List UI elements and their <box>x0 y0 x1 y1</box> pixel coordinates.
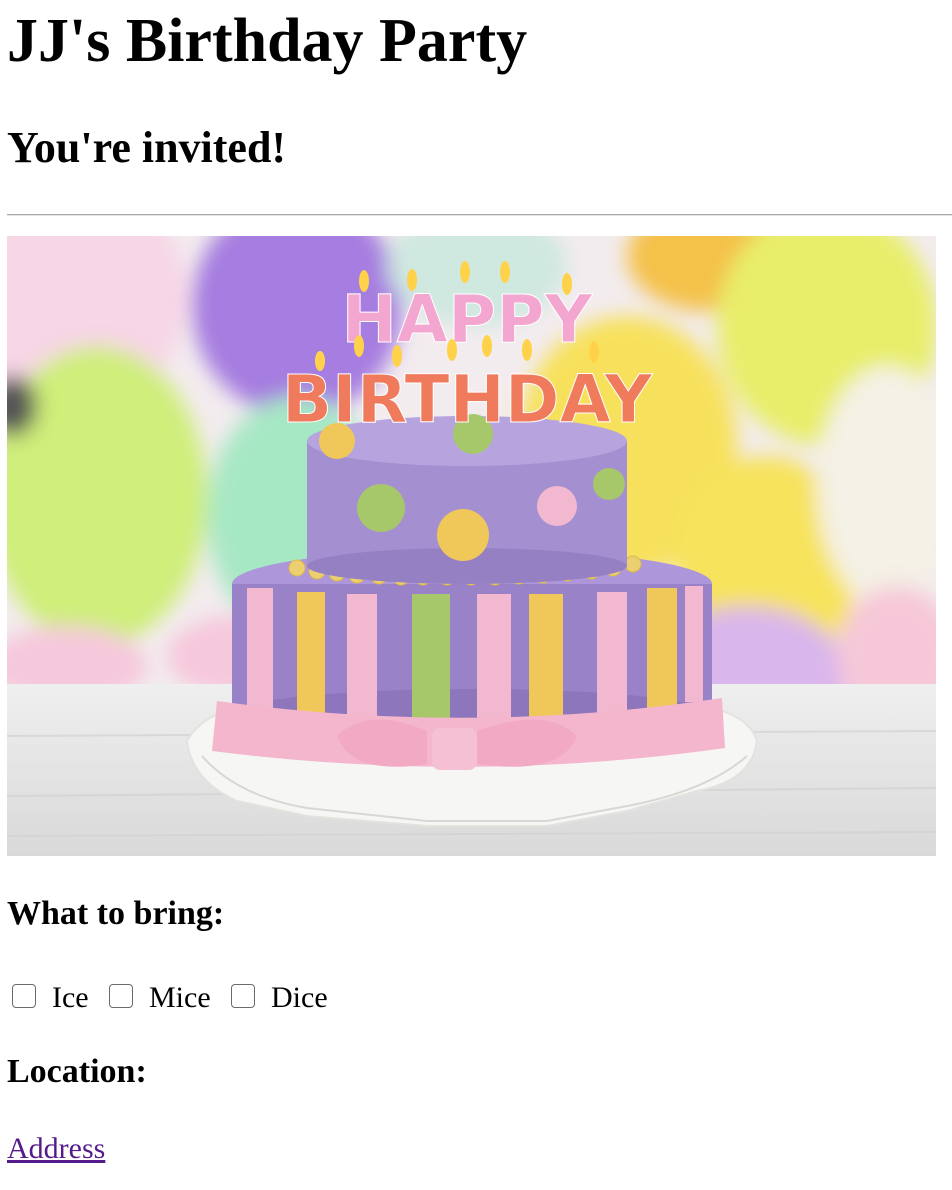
location-heading: Location: <box>7 1053 147 1090</box>
option-dice[interactable]: Dice <box>231 978 328 1014</box>
candles-bottom-text: BIRTHDAY <box>282 361 654 438</box>
address-link[interactable]: Address <box>7 1130 105 1168</box>
dice-label: Dice <box>271 981 328 1014</box>
birthday-cake-illustration: HAPPY BIRTHDAY <box>7 236 936 856</box>
what-to-bring-heading: What to bring: <box>7 895 225 932</box>
mice-label: Mice <box>149 981 211 1014</box>
option-mice[interactable]: Mice <box>109 978 211 1014</box>
ice-checkbox[interactable] <box>12 984 36 1008</box>
candles-top-text: HAPPY <box>342 281 594 358</box>
ice-label: Ice <box>52 981 89 1014</box>
dice-checkbox[interactable] <box>231 984 255 1008</box>
birthday-cake-image: HAPPY BIRTHDAY <box>7 236 936 856</box>
page: JJ's Birthday Party You're invited! HAPP… <box>0 0 952 1190</box>
mice-checkbox[interactable] <box>109 984 133 1008</box>
page-title: JJ's Birthday Party <box>7 7 528 75</box>
horizontal-rule <box>7 214 952 216</box>
option-ice[interactable]: Ice <box>12 978 89 1014</box>
page-subtitle: You're invited! <box>7 123 287 172</box>
